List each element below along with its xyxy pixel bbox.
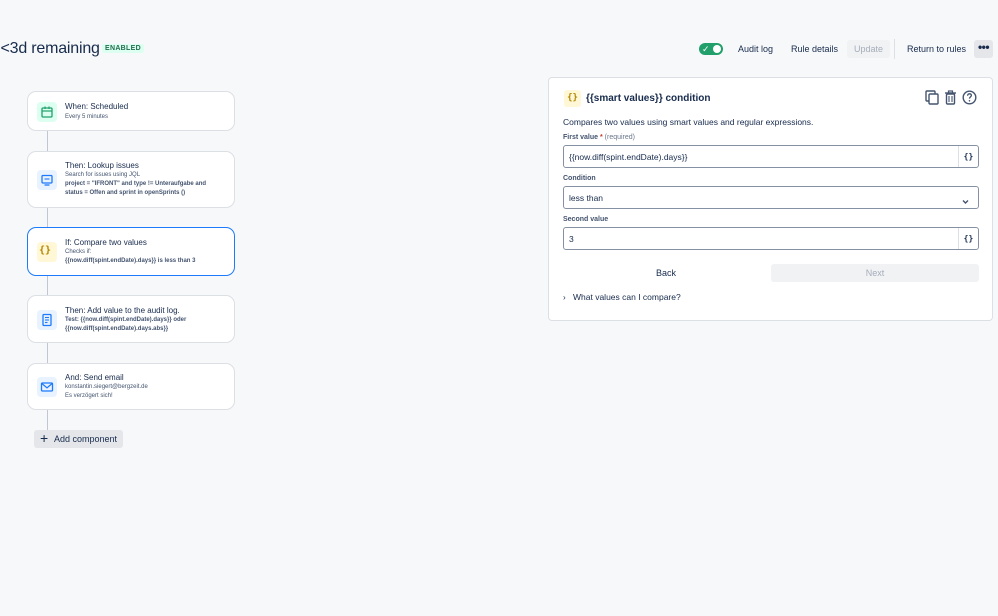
- step-jql: status = Offen and sprint in openSprints…: [65, 190, 186, 196]
- first-value-label: First value * (required): [563, 134, 636, 141]
- condition-select[interactable]: less than: [563, 186, 979, 209]
- faq-expander[interactable]: › What values can I compare?: [563, 292, 681, 302]
- step-detail: Checks if:: [65, 249, 92, 255]
- smart-value-icon: {}: [564, 90, 581, 107]
- panel-title: {{smart values}} condition: [586, 93, 711, 104]
- chevron-down-icon: [961, 193, 970, 211]
- delete-icon[interactable]: [944, 90, 957, 107]
- step-condition-text: {{now.diff(spint.endDate).days}} is less…: [65, 258, 196, 264]
- flow-connector: [47, 276, 48, 296]
- calendar-icon: [37, 102, 57, 122]
- rule-enabled-toggle[interactable]: ✓: [699, 43, 723, 55]
- flow-step-trigger[interactable]: When: Scheduled Every 5 minutes: [27, 91, 235, 131]
- document-icon: [37, 310, 57, 330]
- second-value-text: 3: [569, 234, 574, 244]
- flow-connector: [47, 131, 48, 152]
- next-button[interactable]: Next: [771, 264, 979, 282]
- step-title: When: Scheduled: [65, 102, 129, 111]
- flow-connector: [47, 410, 48, 431]
- duplicate-icon[interactable]: [925, 90, 939, 107]
- smart-value-icon: {}: [37, 242, 57, 262]
- update-button[interactable]: Update: [847, 40, 891, 58]
- divider: [894, 39, 895, 59]
- condition-config-panel: {} {{smart values}} condition Compares t…: [548, 77, 993, 321]
- add-component-button[interactable]: + Add component: [34, 430, 123, 448]
- monitor-icon: [37, 170, 57, 190]
- condition-label: Condition: [563, 175, 596, 182]
- mail-icon: [37, 377, 57, 397]
- flow-step-lookup-issues[interactable]: Then: Lookup issues Search for issues us…: [27, 151, 235, 208]
- step-detail: konstantin.siegert@bergzeit.de: [65, 384, 148, 390]
- rule-title: t <3d remaining: [0, 40, 100, 57]
- first-value-input[interactable]: {{now.diff(spint.endDate).days}} {}: [563, 145, 979, 168]
- status-badge: ENABLED: [102, 44, 144, 53]
- toggle-knob: [713, 45, 721, 53]
- return-to-rules-button[interactable]: Return to rules: [903, 40, 970, 58]
- step-detail: Every 5 minutes: [65, 114, 109, 120]
- step-log-text: {{now.diff(spint.endDate).days.abs}}: [65, 326, 169, 332]
- required-text: (required): [604, 134, 636, 141]
- flow-connector: [47, 208, 48, 228]
- condition-selected-value: less than: [569, 193, 604, 203]
- step-detail: Search for issues using JQL: [65, 172, 141, 178]
- first-value-text: {{now.diff(spint.endDate).days}}: [569, 152, 688, 162]
- required-star: *: [599, 134, 603, 141]
- rule-details-button[interactable]: Rule details: [787, 40, 842, 58]
- flow-step-condition[interactable]: {} If: Compare two values Checks if: {{n…: [27, 227, 235, 276]
- step-detail: Es verzögert sich!: [65, 393, 113, 399]
- flow-step-audit-log[interactable]: Then: Add value to the audit log. Test: …: [27, 295, 235, 343]
- smart-value-picker-button[interactable]: {}: [958, 228, 978, 249]
- step-title: And: Send email: [65, 373, 124, 382]
- smart-value-picker-button[interactable]: {}: [958, 146, 978, 167]
- chevron-right-icon: ›: [563, 293, 566, 302]
- step-jql: project = "IFRONT" and type != Unteraufg…: [65, 181, 207, 187]
- step-title: Then: Add value to the audit log.: [65, 306, 180, 315]
- add-component-label: Add component: [54, 434, 118, 444]
- check-icon: ✓: [702, 44, 710, 54]
- audit-log-button[interactable]: Audit log: [734, 40, 777, 58]
- second-value-label: Second value: [563, 216, 609, 223]
- help-icon[interactable]: [962, 90, 977, 107]
- second-value-input[interactable]: 3 {}: [563, 227, 979, 250]
- step-title: Then: Lookup issues: [65, 161, 139, 170]
- faq-label: What values can I compare?: [573, 292, 681, 302]
- back-button[interactable]: Back: [563, 264, 769, 282]
- plus-icon: +: [40, 430, 49, 446]
- step-log-text: Test: {{now.diff(spint.endDate).days}} o…: [65, 317, 187, 323]
- flow-connector: [47, 343, 48, 363]
- more-actions-button[interactable]: •••: [974, 40, 993, 58]
- step-title: If: Compare two values: [65, 238, 147, 247]
- flow-step-send-email[interactable]: And: Send email konstantin.siegert@bergz…: [27, 363, 235, 410]
- panel-description: Compares two values using smart values a…: [563, 117, 814, 127]
